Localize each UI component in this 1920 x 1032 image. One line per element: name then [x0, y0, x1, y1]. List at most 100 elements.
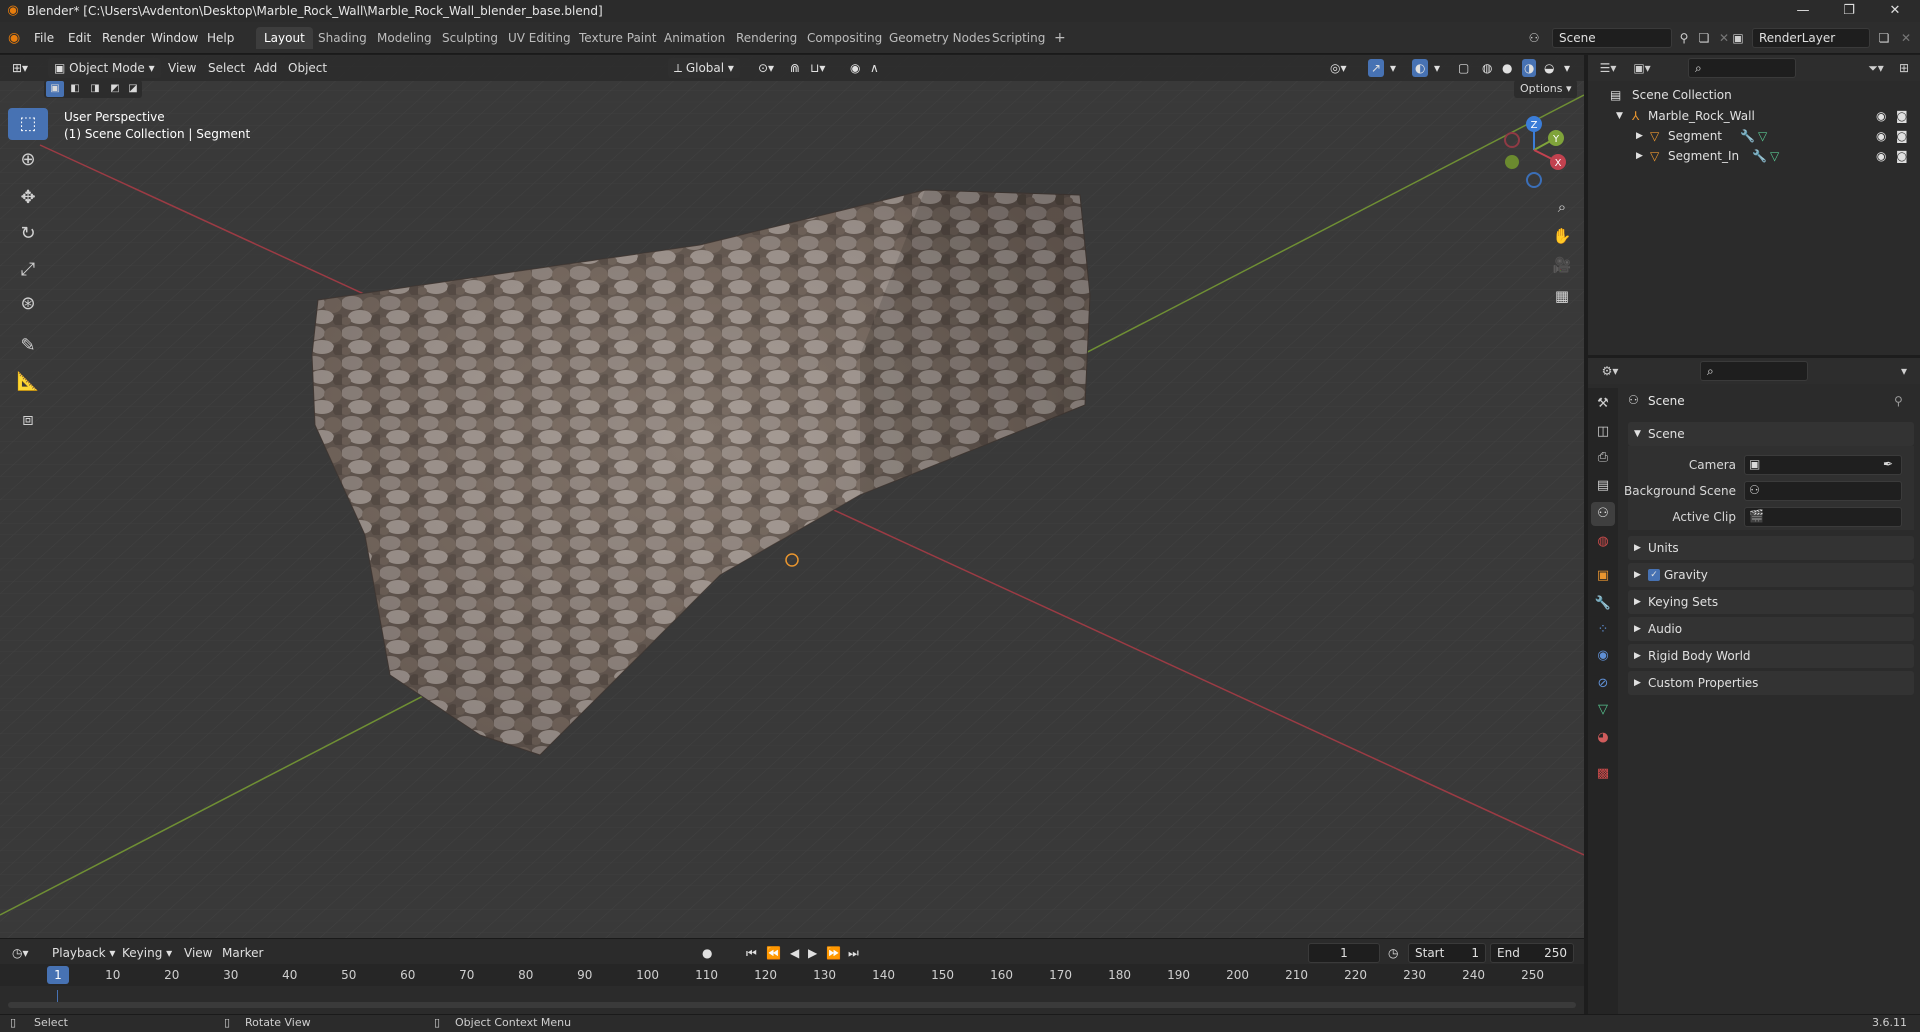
view-layer-tab-icon[interactable]: ▤	[1591, 474, 1615, 498]
render-camera-icon[interactable]: ◙	[1896, 126, 1908, 146]
tab-layout[interactable]: Layout	[256, 27, 313, 49]
new-renderlayer-icon[interactable]: ❏	[1874, 28, 1894, 48]
3d-viewport[interactable]	[0, 55, 1584, 938]
jump-start-icon[interactable]: ⏮	[746, 944, 757, 962]
panel-rigid-body-world-header[interactable]: ▶ Rigid Body World	[1628, 644, 1914, 668]
close-button[interactable]: ✕	[1872, 0, 1918, 22]
playhead-frame-badge[interactable]: 1	[47, 966, 69, 984]
xray-icon[interactable]: ▢	[1458, 59, 1469, 77]
object-tab-icon[interactable]: ▣	[1591, 564, 1615, 588]
rendered-shading-icon[interactable]: ◒	[1544, 59, 1554, 77]
collapse-arrow-icon[interactable]: ▶	[1636, 126, 1643, 146]
visibility-icon[interactable]: ◎▾	[1330, 59, 1347, 77]
properties-options-icon[interactable]: ▾	[1894, 361, 1914, 381]
select-invert-icon[interactable]: ◩	[106, 81, 124, 97]
zoom-icon[interactable]: ⌕	[1548, 193, 1576, 221]
outliner-search-input[interactable]: ⌕	[1688, 58, 1796, 78]
world-tab-icon[interactable]: ◍	[1591, 530, 1615, 554]
start-frame-field[interactable]: Start 1	[1408, 943, 1486, 963]
transform-orientation-dropdown[interactable]: ⟂ Global ▾	[668, 58, 740, 78]
modifier-wrench-icon[interactable]: 🔧	[1740, 126, 1755, 146]
menu-marker[interactable]: Marker	[222, 944, 263, 962]
navigation-gizmo[interactable]: Z Y X	[1494, 112, 1574, 190]
outliner-editor-icon[interactable]: ☰▾	[1598, 58, 1618, 78]
tab-scripting[interactable]: Scripting	[984, 27, 1053, 49]
eyedropper-icon[interactable]: ✒	[1883, 457, 1893, 471]
scene-tab-icon[interactable]: ⚇	[1591, 502, 1615, 526]
solid-shading-icon[interactable]: ●	[1502, 59, 1512, 77]
camera-field[interactable]: ▣ ✒	[1744, 455, 1902, 475]
outliner-row-segment[interactable]: ▶ ▽ Segment 🔧 ▽ ◉ ◙	[1588, 126, 1920, 146]
menu-help[interactable]: Help	[207, 29, 234, 47]
menu-playback[interactable]: Playback ▾	[52, 944, 115, 962]
output-tab-icon[interactable]: ⎙	[1591, 446, 1615, 470]
options-dropdown[interactable]: Options ▾	[1514, 80, 1578, 98]
material-tab-icon[interactable]: ◕	[1591, 726, 1615, 750]
scene-field[interactable]: Scene	[1552, 28, 1672, 48]
panel-scene-header[interactable]: ▼ Scene	[1628, 422, 1914, 446]
current-frame-field[interactable]: 1	[1308, 943, 1380, 963]
menu-keying[interactable]: Keying ▾	[122, 944, 172, 962]
modifier-tab-icon[interactable]: 🔧	[1591, 592, 1615, 616]
minimize-button[interactable]: —	[1780, 0, 1826, 22]
end-frame-field[interactable]: End 250	[1490, 943, 1574, 963]
restore-button[interactable]: ❐	[1826, 0, 1872, 22]
falloff-icon[interactable]: ∧	[870, 59, 879, 77]
record-icon[interactable]: ●	[702, 944, 712, 962]
pan-hand-icon[interactable]: ✋	[1548, 222, 1576, 250]
collapse-arrow-icon[interactable]: ▶	[1636, 146, 1643, 166]
panel-custom-properties-header[interactable]: ▶ Custom Properties	[1628, 671, 1914, 695]
menu-edit[interactable]: Edit	[68, 29, 91, 47]
menu-view[interactable]: View	[168, 59, 196, 77]
tab-modeling[interactable]: Modeling	[369, 27, 440, 49]
tab-shading[interactable]: Shading	[310, 27, 375, 49]
pin-icon[interactable]: ⚲	[1674, 28, 1694, 48]
proportional-edit-icon[interactable]: ◉	[850, 59, 860, 77]
tab-compositing[interactable]: Compositing	[799, 27, 890, 49]
menu-window[interactable]: Window	[151, 29, 198, 47]
texture-tab-icon[interactable]: ▩	[1591, 762, 1615, 786]
menu-object[interactable]: Object	[288, 59, 327, 77]
add-cube-tool-icon[interactable]: ⧈	[8, 404, 48, 436]
mesh-data-icon[interactable]: ▽	[1758, 126, 1767, 146]
new-scene-icon[interactable]: ❏	[1694, 28, 1714, 48]
tab-texture-paint[interactable]: Texture Paint	[571, 27, 664, 49]
perspective-toggle-icon[interactable]: ▦	[1548, 282, 1576, 310]
menu-select[interactable]: Select	[208, 59, 245, 77]
renderlayer-icon[interactable]: ▣	[1728, 28, 1748, 48]
gravity-checkbox[interactable]: ✓	[1648, 569, 1660, 581]
visibility-eye-icon[interactable]: ◉	[1876, 146, 1886, 166]
timeline-scrollbar[interactable]	[8, 1002, 1576, 1008]
tab-rendering[interactable]: Rendering	[728, 27, 805, 49]
new-collection-icon[interactable]: ⊞	[1894, 58, 1914, 78]
properties-search-input[interactable]: ⌕	[1700, 361, 1808, 381]
snap-icon[interactable]: ⋒	[790, 59, 800, 77]
jump-end-icon[interactable]: ⏭	[848, 944, 859, 962]
tab-uv-editing[interactable]: UV Editing	[500, 27, 579, 49]
mesh-data-icon[interactable]: ▽	[1770, 146, 1779, 166]
select-subtract-icon[interactable]: ◨	[86, 81, 104, 97]
menu-timeline-view[interactable]: View	[184, 944, 212, 962]
camera-view-icon[interactable]: 🎥	[1548, 251, 1576, 279]
visibility-eye-icon[interactable]: ◉	[1876, 106, 1886, 126]
visibility-eye-icon[interactable]: ◉	[1876, 126, 1886, 146]
select-intersect-icon[interactable]: ◪	[124, 81, 142, 97]
play-icon[interactable]: ▶	[808, 944, 817, 962]
panel-gravity-header[interactable]: ▶ ✓ Gravity	[1628, 563, 1914, 587]
snap-target-icon[interactable]: ⊔▾	[810, 59, 825, 77]
outliner-row-segment-in[interactable]: ▶ ▽ Segment_In 🔧 ▽ ◉ ◙	[1588, 146, 1920, 166]
properties-editor-icon[interactable]: ⚙▾	[1600, 361, 1620, 381]
tab-animation[interactable]: Animation	[656, 27, 733, 49]
wireframe-shading-icon[interactable]: ◍	[1482, 59, 1492, 77]
data-tab-icon[interactable]: ▽	[1591, 698, 1615, 722]
display-mode-icon[interactable]: ▣▾	[1632, 58, 1652, 78]
modifier-wrench-icon[interactable]: 🔧	[1752, 146, 1767, 166]
prev-keyframe-icon[interactable]: ⏪	[766, 944, 781, 962]
constraints-tab-icon[interactable]: ⊘	[1591, 672, 1615, 696]
rotate-tool-icon[interactable]: ↻	[8, 218, 48, 250]
transform-tool-icon[interactable]: ⊛	[8, 288, 48, 320]
gizmo-dropdown-icon[interactable]: ▾	[1390, 59, 1396, 77]
annotate-tool-icon[interactable]: ✎	[8, 330, 48, 362]
render-camera-icon[interactable]: ◙	[1896, 146, 1908, 166]
panel-units-header[interactable]: ▶ Units	[1628, 536, 1914, 560]
